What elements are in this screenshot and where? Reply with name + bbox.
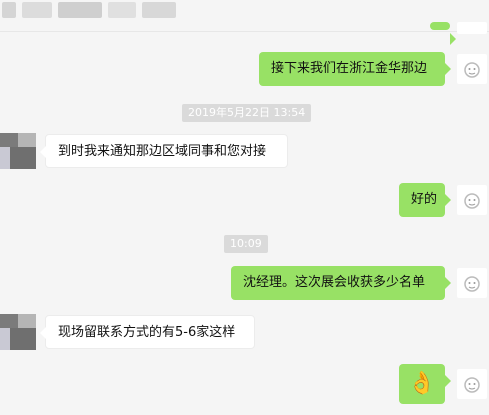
message-outgoing[interactable]: 沈经理。这次展会收获多少名单	[231, 266, 451, 300]
avatar-face-icon	[464, 193, 480, 209]
header-divider	[0, 31, 489, 32]
ok-hand-icon: 👌	[408, 371, 436, 396]
blurred-header-block	[2, 2, 16, 18]
self-avatar[interactable]	[457, 54, 487, 84]
avatar-face-icon	[464, 276, 480, 292]
message-outgoing[interactable]: 好的	[399, 183, 451, 217]
contact-avatar[interactable]	[0, 314, 36, 350]
self-avatar[interactable]	[457, 268, 487, 298]
contact-avatar-image	[0, 314, 36, 350]
message-outgoing-emoji[interactable]: 👌	[399, 364, 451, 404]
avatar-face-icon	[464, 377, 480, 393]
previous-outgoing-bubble-fragment	[430, 22, 456, 45]
blurred-header-block	[58, 2, 102, 18]
message-outgoing[interactable]: 接下来我们在浙江金华那边	[259, 52, 451, 86]
message-incoming[interactable]: 现场留联系方式的有5-6家这样	[40, 315, 255, 349]
contact-avatar-image	[0, 133, 36, 169]
blurred-header-block	[22, 2, 52, 18]
timestamp: 2019年5月22日 13:54	[182, 104, 312, 122]
avatar-face-icon	[464, 62, 480, 78]
blurred-header-block	[108, 2, 136, 18]
self-avatar[interactable]	[457, 369, 487, 399]
self-avatar[interactable]	[457, 185, 487, 215]
message-incoming[interactable]: 到时我来通知那边区域同事和您对接	[40, 134, 288, 168]
contact-avatar[interactable]	[0, 133, 36, 169]
timestamp: 10:09	[224, 235, 268, 253]
blurred-header-block	[142, 2, 176, 18]
self-avatar[interactable]	[457, 22, 487, 34]
chat-header	[0, 0, 489, 22]
